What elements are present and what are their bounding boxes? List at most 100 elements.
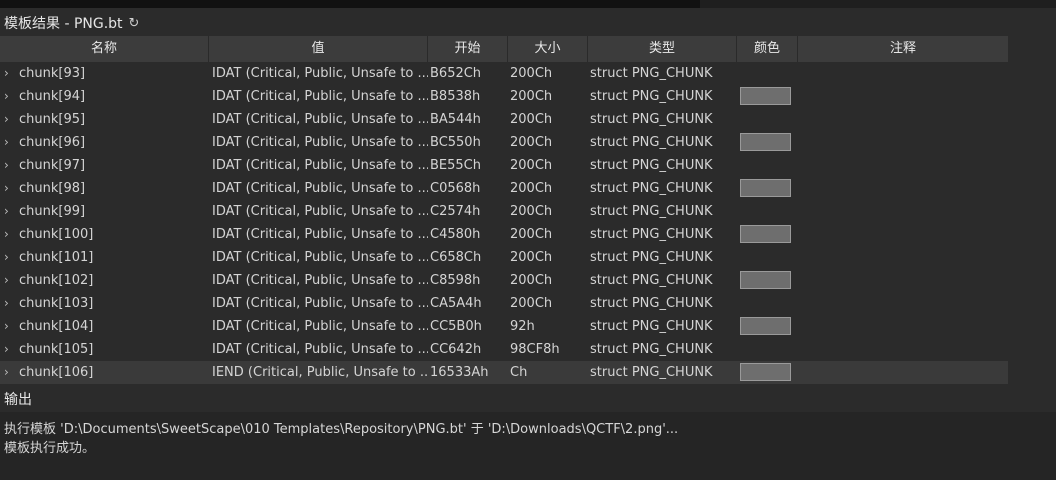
table-row[interactable]: › chunk[96] IDAT (Critical, Public, Unsafe… (0, 131, 1008, 154)
table-row[interactable]: › chunk[104] IDAT (Critical, Public, Unsaf… (0, 315, 1008, 338)
top-strip (0, 0, 1056, 8)
cell-name[interactable]: › chunk[98] (0, 177, 209, 200)
cell-value: IDAT (Critical, Public, Unsafe to ... (212, 250, 428, 265)
cell-name[interactable]: › chunk[96] (0, 131, 209, 154)
column-header-comment[interactable]: 注释 (798, 36, 1008, 62)
color-swatch[interactable] (740, 87, 791, 105)
chevron-right-icon[interactable]: › (4, 200, 16, 223)
cell-name[interactable]: › chunk[100] (0, 223, 209, 246)
cell-color (737, 292, 798, 315)
cell-start: CA5A4h (430, 296, 482, 311)
table-row[interactable]: › chunk[95] IDAT (Critical, Public, Unsafe… (0, 108, 1008, 131)
row-name-label: chunk[103] (19, 296, 94, 311)
chevron-right-icon[interactable]: › (4, 269, 16, 292)
cell-value: IDAT (Critical, Public, Unsafe to ... (212, 66, 428, 81)
cell-name[interactable]: › chunk[97] (0, 154, 209, 177)
table-row[interactable]: › chunk[101] IDAT (Critical, Public, Unsaf… (0, 246, 1008, 269)
table-row[interactable]: › chunk[102] IDAT (Critical, Public, Unsaf… (0, 269, 1008, 292)
cell-color (737, 85, 798, 108)
cell-value: IDAT (Critical, Public, Unsafe to ... (212, 319, 428, 334)
cell-name[interactable]: › chunk[99] (0, 200, 209, 223)
column-header-value[interactable]: 值 (209, 36, 428, 62)
column-header-color[interactable]: 颜色 (737, 36, 798, 62)
cell-comment (798, 361, 1008, 384)
cell-name[interactable]: › chunk[102] (0, 269, 209, 292)
color-swatch[interactable] (740, 271, 791, 289)
chevron-right-icon[interactable]: › (4, 62, 16, 85)
cell-comment (798, 131, 1008, 154)
table-row[interactable]: › chunk[103] IDAT (Critical, Public, Unsaf… (0, 292, 1008, 315)
cell-size: Ch (510, 365, 528, 380)
chevron-right-icon[interactable]: › (4, 223, 16, 246)
row-name-label: chunk[104] (19, 319, 94, 334)
cell-name[interactable]: › chunk[94] (0, 85, 209, 108)
chevron-right-icon[interactable]: › (4, 361, 16, 384)
cell-color (737, 361, 798, 384)
cell-name[interactable]: › chunk[101] (0, 246, 209, 269)
cell-size: 200Ch (510, 296, 553, 311)
table-row[interactable]: › chunk[93] IDAT (Critical, Public, Unsafe… (0, 62, 1008, 85)
cell-size: 92h (510, 319, 535, 334)
row-name-label: chunk[93] (19, 66, 86, 81)
output-line: 执行模板 'D:\Documents\SweetScape\010 Templa… (4, 422, 679, 437)
cell-name[interactable]: › chunk[105] (0, 338, 209, 361)
cell-size: 200Ch (510, 227, 553, 242)
chevron-right-icon[interactable]: › (4, 85, 16, 108)
chevron-right-icon[interactable]: › (4, 246, 16, 269)
table-row[interactable]: › chunk[99] IDAT (Critical, Public, Unsafe… (0, 200, 1008, 223)
cell-start: C2574h (430, 204, 481, 219)
cell-value: IDAT (Critical, Public, Unsafe to ... (212, 89, 428, 104)
color-swatch[interactable] (740, 179, 791, 197)
chevron-right-icon[interactable]: › (4, 292, 16, 315)
cell-start: BC550h (430, 135, 481, 150)
column-header-size[interactable]: 大小 (508, 36, 588, 62)
refresh-icon[interactable]: ↻ (129, 16, 140, 31)
cell-color (737, 108, 798, 131)
panel-title-text: 模板结果 - PNG.bt (4, 16, 123, 32)
chevron-right-icon[interactable]: › (4, 131, 16, 154)
chevron-right-icon[interactable]: › (4, 108, 16, 131)
column-header-type[interactable]: 类型 (588, 36, 737, 62)
cell-name[interactable]: › chunk[106] (0, 361, 209, 384)
cell-name[interactable]: › chunk[93] (0, 62, 209, 85)
table-row[interactable]: › chunk[98] IDAT (Critical, Public, Unsafe… (0, 177, 1008, 200)
color-swatch[interactable] (740, 363, 791, 381)
top-strip-accent (0, 0, 700, 8)
chevron-right-icon[interactable]: › (4, 338, 16, 361)
table-row[interactable]: › chunk[100] IDAT (Critical, Public, Unsaf… (0, 223, 1008, 246)
color-swatch[interactable] (740, 225, 791, 243)
chevron-right-icon[interactable]: › (4, 315, 16, 338)
table-row[interactable]: › chunk[105] IDAT (Critical, Public, Unsaf… (0, 338, 1008, 361)
cell-comment (798, 338, 1008, 361)
column-header-start[interactable]: 开始 (428, 36, 508, 62)
color-swatch[interactable] (740, 317, 791, 335)
cell-type: struct PNG_CHUNK (590, 365, 713, 380)
cell-start: B652Ch (430, 66, 482, 81)
column-header-name[interactable]: 名称 (0, 36, 209, 62)
row-name-label: chunk[102] (19, 273, 94, 288)
cell-start: BE55Ch (430, 158, 481, 173)
color-swatch[interactable] (740, 133, 791, 151)
cell-type: struct PNG_CHUNK (590, 250, 713, 265)
cell-name[interactable]: › chunk[95] (0, 108, 209, 131)
chevron-right-icon[interactable]: › (4, 177, 16, 200)
cell-color (737, 154, 798, 177)
grid-header: 名称 值 开始 大小 类型 颜色 注释 (0, 36, 1008, 62)
cell-value: IDAT (Critical, Public, Unsafe to ... (212, 135, 428, 150)
cell-comment (798, 315, 1008, 338)
cell-comment (798, 62, 1008, 85)
cell-comment (798, 269, 1008, 292)
cell-size: 200Ch (510, 112, 553, 127)
cell-comment (798, 223, 1008, 246)
cell-name[interactable]: › chunk[104] (0, 315, 209, 338)
output-pane[interactable]: 执行模板 'D:\Documents\SweetScape\010 Templa… (0, 412, 1056, 480)
table-row[interactable]: › chunk[106] IEND (Critical, Public, Unsaf… (0, 361, 1008, 384)
table-row[interactable]: › chunk[97] IDAT (Critical, Public, Unsafe… (0, 154, 1008, 177)
chevron-right-icon[interactable]: › (4, 154, 16, 177)
cell-value: IDAT (Critical, Public, Unsafe to ... (212, 181, 428, 196)
cell-type: struct PNG_CHUNK (590, 135, 713, 150)
cell-name[interactable]: › chunk[103] (0, 292, 209, 315)
cell-color (737, 315, 798, 338)
cell-start: BA544h (430, 112, 481, 127)
table-row[interactable]: › chunk[94] IDAT (Critical, Public, Unsafe… (0, 85, 1008, 108)
